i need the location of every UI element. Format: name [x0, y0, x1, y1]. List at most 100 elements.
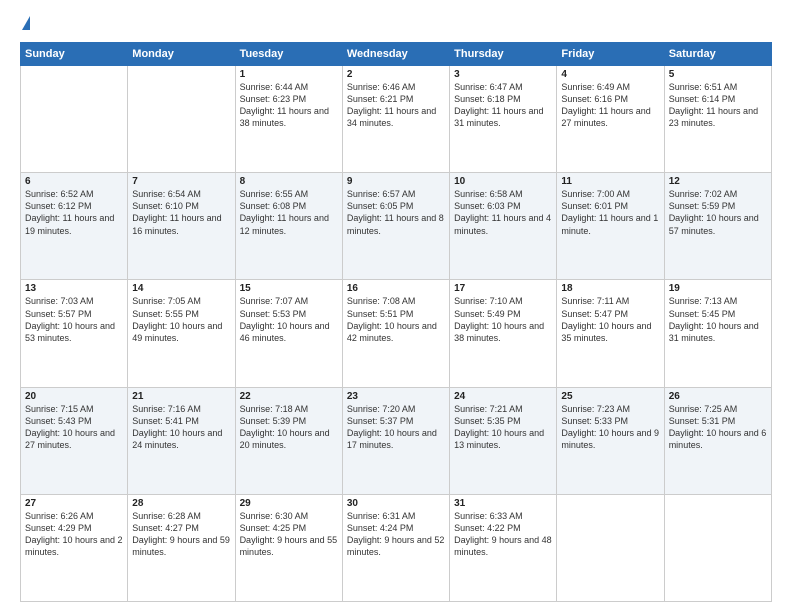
- calendar-cell: 15Sunrise: 7:07 AM Sunset: 5:53 PM Dayli…: [235, 280, 342, 387]
- calendar-cell: 28Sunrise: 6:28 AM Sunset: 4:27 PM Dayli…: [128, 494, 235, 601]
- day-info: Sunrise: 7:25 AM Sunset: 5:31 PM Dayligh…: [669, 403, 767, 452]
- day-number: 29: [240, 498, 338, 509]
- day-info: Sunrise: 6:54 AM Sunset: 6:10 PM Dayligh…: [132, 188, 230, 237]
- day-number: 12: [669, 176, 767, 187]
- calendar-cell: [21, 66, 128, 173]
- calendar-cell: 14Sunrise: 7:05 AM Sunset: 5:55 PM Dayli…: [128, 280, 235, 387]
- day-info: Sunrise: 7:16 AM Sunset: 5:41 PM Dayligh…: [132, 403, 230, 452]
- calendar-cell: 11Sunrise: 7:00 AM Sunset: 6:01 PM Dayli…: [557, 173, 664, 280]
- day-number: 11: [561, 176, 659, 187]
- calendar-cell: 21Sunrise: 7:16 AM Sunset: 5:41 PM Dayli…: [128, 387, 235, 494]
- day-info: Sunrise: 6:30 AM Sunset: 4:25 PM Dayligh…: [240, 510, 338, 559]
- day-info: Sunrise: 7:11 AM Sunset: 5:47 PM Dayligh…: [561, 295, 659, 344]
- calendar-cell: 5Sunrise: 6:51 AM Sunset: 6:14 PM Daylig…: [664, 66, 771, 173]
- logo-triangle-icon: [22, 16, 30, 30]
- calendar-cell: 12Sunrise: 7:02 AM Sunset: 5:59 PM Dayli…: [664, 173, 771, 280]
- calendar-cell: [664, 494, 771, 601]
- day-info: Sunrise: 7:08 AM Sunset: 5:51 PM Dayligh…: [347, 295, 445, 344]
- day-of-week-header: Wednesday: [342, 43, 449, 66]
- day-info: Sunrise: 6:33 AM Sunset: 4:22 PM Dayligh…: [454, 510, 552, 559]
- day-number: 18: [561, 283, 659, 294]
- calendar-cell: 16Sunrise: 7:08 AM Sunset: 5:51 PM Dayli…: [342, 280, 449, 387]
- day-number: 28: [132, 498, 230, 509]
- day-number: 16: [347, 283, 445, 294]
- day-number: 13: [25, 283, 123, 294]
- day-number: 25: [561, 391, 659, 402]
- day-info: Sunrise: 7:20 AM Sunset: 5:37 PM Dayligh…: [347, 403, 445, 452]
- calendar-cell: 7Sunrise: 6:54 AM Sunset: 6:10 PM Daylig…: [128, 173, 235, 280]
- calendar-week-row: 1Sunrise: 6:44 AM Sunset: 6:23 PM Daylig…: [21, 66, 772, 173]
- day-info: Sunrise: 7:02 AM Sunset: 5:59 PM Dayligh…: [669, 188, 767, 237]
- calendar-cell: 31Sunrise: 6:33 AM Sunset: 4:22 PM Dayli…: [450, 494, 557, 601]
- day-info: Sunrise: 7:07 AM Sunset: 5:53 PM Dayligh…: [240, 295, 338, 344]
- day-info: Sunrise: 7:03 AM Sunset: 5:57 PM Dayligh…: [25, 295, 123, 344]
- day-info: Sunrise: 6:49 AM Sunset: 6:16 PM Dayligh…: [561, 81, 659, 130]
- day-info: Sunrise: 7:23 AM Sunset: 5:33 PM Dayligh…: [561, 403, 659, 452]
- day-info: Sunrise: 6:51 AM Sunset: 6:14 PM Dayligh…: [669, 81, 767, 130]
- calendar-cell: 10Sunrise: 6:58 AM Sunset: 6:03 PM Dayli…: [450, 173, 557, 280]
- day-info: Sunrise: 6:57 AM Sunset: 6:05 PM Dayligh…: [347, 188, 445, 237]
- day-of-week-header: Sunday: [21, 43, 128, 66]
- day-number: 21: [132, 391, 230, 402]
- day-info: Sunrise: 6:52 AM Sunset: 6:12 PM Dayligh…: [25, 188, 123, 237]
- day-number: 22: [240, 391, 338, 402]
- day-number: 3: [454, 69, 552, 80]
- day-number: 1: [240, 69, 338, 80]
- day-number: 6: [25, 176, 123, 187]
- day-number: 24: [454, 391, 552, 402]
- calendar-cell: 9Sunrise: 6:57 AM Sunset: 6:05 PM Daylig…: [342, 173, 449, 280]
- day-number: 19: [669, 283, 767, 294]
- calendar-cell: 24Sunrise: 7:21 AM Sunset: 5:35 PM Dayli…: [450, 387, 557, 494]
- logo: [20, 16, 30, 32]
- day-info: Sunrise: 6:28 AM Sunset: 4:27 PM Dayligh…: [132, 510, 230, 559]
- day-number: 20: [25, 391, 123, 402]
- calendar-cell: 23Sunrise: 7:20 AM Sunset: 5:37 PM Dayli…: [342, 387, 449, 494]
- day-number: 8: [240, 176, 338, 187]
- calendar-cell: [557, 494, 664, 601]
- calendar-cell: 20Sunrise: 7:15 AM Sunset: 5:43 PM Dayli…: [21, 387, 128, 494]
- day-number: 7: [132, 176, 230, 187]
- day-number: 5: [669, 69, 767, 80]
- day-info: Sunrise: 7:10 AM Sunset: 5:49 PM Dayligh…: [454, 295, 552, 344]
- calendar-cell: 1Sunrise: 6:44 AM Sunset: 6:23 PM Daylig…: [235, 66, 342, 173]
- day-number: 9: [347, 176, 445, 187]
- calendar-cell: 17Sunrise: 7:10 AM Sunset: 5:49 PM Dayli…: [450, 280, 557, 387]
- calendar-cell: 29Sunrise: 6:30 AM Sunset: 4:25 PM Dayli…: [235, 494, 342, 601]
- day-number: 27: [25, 498, 123, 509]
- day-info: Sunrise: 6:55 AM Sunset: 6:08 PM Dayligh…: [240, 188, 338, 237]
- day-number: 26: [669, 391, 767, 402]
- day-number: 15: [240, 283, 338, 294]
- calendar: SundayMondayTuesdayWednesdayThursdayFrid…: [20, 42, 772, 602]
- day-number: 10: [454, 176, 552, 187]
- day-number: 31: [454, 498, 552, 509]
- calendar-header-row: SundayMondayTuesdayWednesdayThursdayFrid…: [21, 43, 772, 66]
- day-number: 23: [347, 391, 445, 402]
- day-number: 14: [132, 283, 230, 294]
- calendar-cell: [128, 66, 235, 173]
- calendar-cell: 26Sunrise: 7:25 AM Sunset: 5:31 PM Dayli…: [664, 387, 771, 494]
- day-number: 4: [561, 69, 659, 80]
- day-info: Sunrise: 6:58 AM Sunset: 6:03 PM Dayligh…: [454, 188, 552, 237]
- day-info: Sunrise: 6:26 AM Sunset: 4:29 PM Dayligh…: [25, 510, 123, 559]
- calendar-week-row: 6Sunrise: 6:52 AM Sunset: 6:12 PM Daylig…: [21, 173, 772, 280]
- calendar-cell: 8Sunrise: 6:55 AM Sunset: 6:08 PM Daylig…: [235, 173, 342, 280]
- day-info: Sunrise: 7:15 AM Sunset: 5:43 PM Dayligh…: [25, 403, 123, 452]
- calendar-week-row: 13Sunrise: 7:03 AM Sunset: 5:57 PM Dayli…: [21, 280, 772, 387]
- day-of-week-header: Thursday: [450, 43, 557, 66]
- day-info: Sunrise: 6:31 AM Sunset: 4:24 PM Dayligh…: [347, 510, 445, 559]
- day-number: 30: [347, 498, 445, 509]
- calendar-cell: 25Sunrise: 7:23 AM Sunset: 5:33 PM Dayli…: [557, 387, 664, 494]
- calendar-cell: 18Sunrise: 7:11 AM Sunset: 5:47 PM Dayli…: [557, 280, 664, 387]
- day-info: Sunrise: 7:05 AM Sunset: 5:55 PM Dayligh…: [132, 295, 230, 344]
- day-of-week-header: Tuesday: [235, 43, 342, 66]
- day-of-week-header: Monday: [128, 43, 235, 66]
- calendar-cell: 30Sunrise: 6:31 AM Sunset: 4:24 PM Dayli…: [342, 494, 449, 601]
- day-of-week-header: Saturday: [664, 43, 771, 66]
- calendar-cell: 22Sunrise: 7:18 AM Sunset: 5:39 PM Dayli…: [235, 387, 342, 494]
- calendar-week-row: 20Sunrise: 7:15 AM Sunset: 5:43 PM Dayli…: [21, 387, 772, 494]
- day-info: Sunrise: 6:46 AM Sunset: 6:21 PM Dayligh…: [347, 81, 445, 130]
- day-number: 2: [347, 69, 445, 80]
- calendar-cell: 13Sunrise: 7:03 AM Sunset: 5:57 PM Dayli…: [21, 280, 128, 387]
- calendar-cell: 19Sunrise: 7:13 AM Sunset: 5:45 PM Dayli…: [664, 280, 771, 387]
- day-number: 17: [454, 283, 552, 294]
